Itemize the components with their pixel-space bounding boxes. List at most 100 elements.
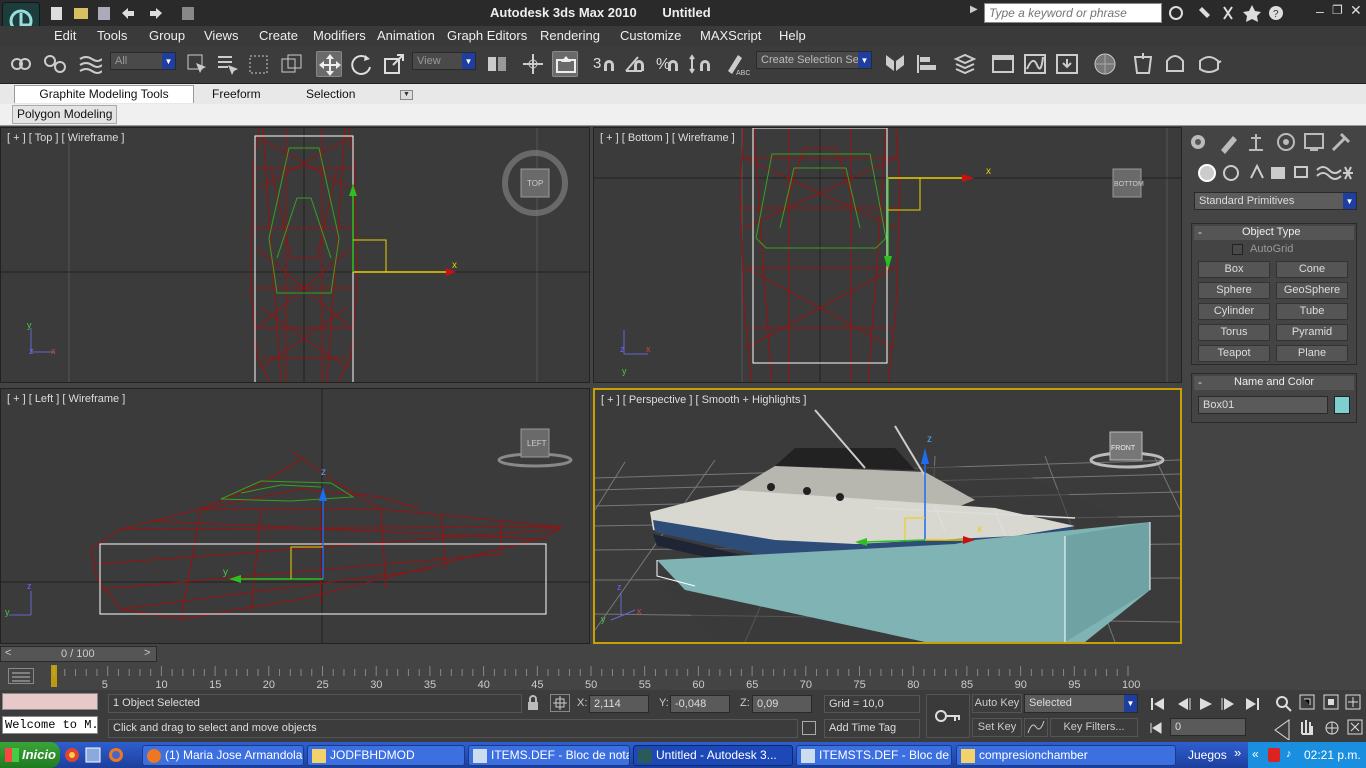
maxscript-output[interactable]: Welcome to M. (2, 716, 98, 734)
menu-modifiers[interactable]: Modifiers (313, 28, 366, 43)
viewport-label[interactable]: [ + ] [ Perspective ] [ Smooth + Highlig… (601, 394, 806, 406)
pivot-center-icon[interactable] (484, 51, 510, 77)
unlink-icon[interactable] (42, 51, 68, 77)
cone-button[interactable]: Cone (1276, 261, 1348, 278)
viewport-bottom[interactable]: x BOTTOM z y x [ + ] [ Bottom ] [ Wirefr… (593, 127, 1182, 383)
current-time-marker[interactable] (51, 665, 57, 687)
curve-editor-icon[interactable] (1022, 51, 1048, 77)
tab-graphite-modeling-tools[interactable]: Graphite Modeling Tools (14, 85, 194, 103)
view-cube-top[interactable]: TOP (502, 150, 568, 216)
maxscript-listener-mini[interactable] (2, 693, 98, 710)
autogrid-checkbox[interactable] (1232, 244, 1243, 255)
menu-create[interactable]: Create (259, 28, 298, 43)
viewport-label[interactable]: [ + ] [ Top ] [ Wireframe ] (7, 132, 124, 144)
speaker-icon[interactable]: ♪ (1286, 748, 1298, 762)
select-object-icon[interactable] (184, 51, 210, 77)
view-cube-left[interactable]: LEFT (497, 428, 573, 468)
current-frame-field[interactable]: 0 (1170, 718, 1246, 736)
view-cube-bottom[interactable]: BOTTOM (1112, 168, 1144, 198)
menu-views[interactable]: Views (204, 28, 238, 43)
schematic-view-icon[interactable] (1054, 51, 1080, 77)
named-selection-sets-dropdown[interactable]: Create Selection Se ▼ (756, 51, 872, 69)
polygon-modeling-panel[interactable]: Polygon Modeling (12, 105, 118, 124)
tray-toolbar-label[interactable]: Juegos (1188, 748, 1227, 762)
key-mode-toggle-icon[interactable] (1148, 720, 1164, 736)
torus-button[interactable]: Torus (1198, 324, 1270, 341)
minimize-button[interactable]: – (1316, 3, 1330, 21)
link-icon[interactable] (8, 51, 34, 77)
ribbon-options-icon[interactable]: ▼ (400, 90, 413, 100)
pyramid-button[interactable]: Pyramid (1276, 324, 1348, 341)
reference-coordinate-dropdown[interactable]: View ▼ (412, 52, 476, 70)
percent-snap-icon[interactable]: % (654, 51, 680, 77)
restore-button[interactable]: ❐ (1332, 3, 1346, 21)
z-coordinate-field[interactable]: 0,09 (752, 695, 812, 713)
task-folder-jodfbhdmod[interactable]: JODFBHDMOD (307, 745, 465, 766)
time-tag-icon[interactable] (802, 721, 816, 735)
primitive-type-dropdown[interactable]: Standard Primitives ▼ (1194, 192, 1357, 210)
viewport-label[interactable]: [ + ] [ Bottom ] [ Wireframe ] (600, 132, 735, 144)
add-time-tag-button[interactable]: Add Time Tag (824, 719, 920, 738)
select-and-scale-icon[interactable] (381, 51, 407, 77)
set-key-button[interactable]: Set Key (972, 718, 1022, 737)
select-and-rotate-icon[interactable] (348, 51, 374, 77)
menu-animation[interactable]: Animation (377, 28, 435, 43)
bind-space-warp-icon[interactable] (76, 51, 103, 77)
viewport-left[interactable]: z y LEFT z y [ + ] [ Left ] [ Wireframe … (0, 388, 590, 644)
tube-button[interactable]: Tube (1276, 303, 1348, 320)
set-key-icon[interactable] (1024, 718, 1048, 737)
viewport-label[interactable]: [ + ] [ Left ] [ Wireframe ] (7, 393, 125, 405)
tab-selection[interactable]: Selection (306, 87, 355, 101)
rendered-frame-window-icon[interactable] (1162, 51, 1188, 77)
tab-freeform[interactable]: Freeform (212, 87, 261, 101)
menu-help[interactable]: Help (779, 28, 806, 43)
close-button[interactable]: ✕ (1350, 2, 1364, 20)
antivirus-icon[interactable] (1268, 748, 1280, 762)
window-crossing-icon[interactable] (278, 51, 304, 77)
menu-edit[interactable]: Edit (54, 28, 76, 43)
box-button[interactable]: Box (1198, 261, 1270, 278)
select-by-name-icon[interactable] (214, 51, 240, 77)
viewport-top[interactable]: x TOP y z x [ + ] [ Top ] [ Wireframe ] (0, 127, 590, 383)
sphere-button[interactable]: Sphere (1198, 282, 1270, 299)
start-button[interactable]: Inicio (0, 742, 60, 768)
align-icon[interactable] (914, 51, 940, 77)
menu-tools[interactable]: Tools (97, 28, 127, 43)
material-editor-icon[interactable] (1092, 51, 1118, 77)
menu-group[interactable]: Group (149, 28, 185, 43)
lock-selection-icon[interactable] (526, 695, 540, 711)
keyboard-shortcut-override-icon[interactable] (552, 51, 578, 77)
y-coordinate-field[interactable]: -0,048 (670, 695, 730, 713)
absolute-mode-icon[interactable] (550, 694, 570, 712)
layer-manager-icon[interactable] (952, 51, 978, 77)
search-arrow-icon[interactable]: ▶ (970, 4, 982, 22)
teapot-button[interactable]: Teapot (1198, 345, 1270, 362)
menu-maxscript[interactable]: MAXScript (700, 28, 761, 43)
rollout-header[interactable]: - Object Type (1194, 225, 1354, 240)
spinner-snap-icon[interactable] (686, 51, 712, 77)
select-manipulate-icon[interactable] (520, 51, 546, 77)
render-setup-icon[interactable] (1130, 51, 1156, 77)
select-and-move-icon[interactable] (316, 51, 342, 77)
object-color-swatch[interactable] (1334, 396, 1350, 414)
time-slider[interactable]: < 0 / 100 > (0, 646, 157, 662)
render-production-icon[interactable] (1196, 51, 1222, 77)
key-mode-icon[interactable] (926, 694, 970, 738)
plane-button[interactable]: Plane (1276, 345, 1348, 362)
tray-expand-icon[interactable]: » (1234, 745, 1241, 760)
tray-chevron-icon[interactable]: « (1252, 747, 1259, 761)
mini-curve-editor-icon[interactable] (8, 668, 34, 684)
task-notepad-items[interactable]: ITEMS.DEF - Bloc de notas (468, 745, 630, 766)
x-coordinate-field[interactable]: 2,114 (589, 695, 649, 713)
edit-named-selection-icon[interactable]: ABC (724, 51, 750, 77)
menu-graph-editors[interactable]: Graph Editors (447, 28, 527, 43)
rollout-header[interactable]: - Name and Color (1194, 375, 1354, 390)
rectangular-selection-icon[interactable] (246, 51, 272, 77)
menu-customize[interactable]: Customize (620, 28, 681, 43)
viewport-perspective[interactable]: z x FRONT z x y [ + ] [ Perspective ] [ … (593, 388, 1182, 644)
mirror-icon[interactable] (882, 51, 908, 77)
task-notepad-itemsts[interactable]: ITEMSTS.DEF - Bloc de ... (796, 745, 952, 766)
search-input[interactable] (984, 3, 1162, 23)
time-slider-next[interactable]: > (144, 647, 150, 659)
geosphere-button[interactable]: GeoSphere (1276, 282, 1348, 299)
